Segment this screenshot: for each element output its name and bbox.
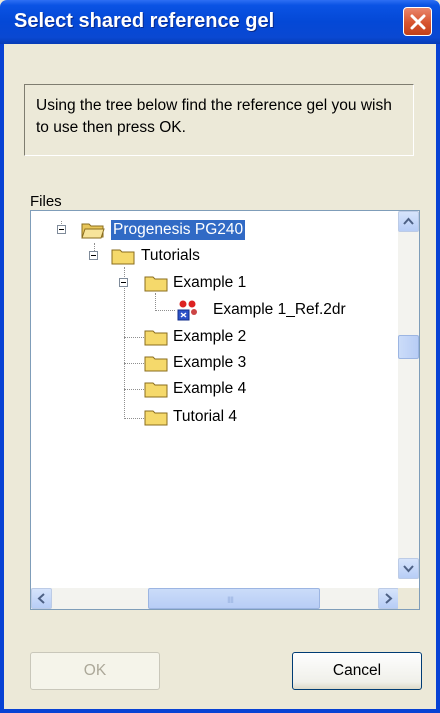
vertical-scrollbar[interactable]	[398, 211, 419, 579]
tree-label[interactable]: Tutorials	[139, 246, 202, 266]
tree-label[interactable]: Example 1	[171, 273, 248, 293]
tree-label[interactable]: Example 3	[171, 353, 248, 373]
folder-icon	[144, 276, 168, 292]
window-frame-left	[0, 44, 4, 713]
folder-icon	[144, 330, 168, 346]
scroll-up-button[interactable]	[398, 211, 419, 232]
tree-label[interactable]: Tutorial 4	[171, 407, 239, 427]
folder-icon	[144, 410, 168, 426]
tree-item-example-3[interactable]: Example 3	[31, 352, 391, 374]
tree-item-example-2[interactable]: Example 2	[31, 326, 391, 348]
vertical-scroll-thumb[interactable]	[398, 335, 419, 359]
folder-icon	[144, 382, 168, 398]
close-icon	[410, 14, 426, 30]
scroll-right-button[interactable]	[378, 588, 399, 609]
scroll-left-button[interactable]	[31, 588, 52, 609]
tree-label[interactable]: Progenesis PG240	[111, 220, 246, 240]
window-frame-bottom	[0, 709, 440, 713]
instructions-box: Using the tree below find the reference …	[24, 84, 414, 156]
chevron-down-icon	[403, 565, 414, 573]
scroll-grip: IIII	[227, 595, 234, 605]
gel-file-icon	[177, 300, 197, 321]
files-label: Files	[30, 193, 62, 210]
horizontal-scroll-thumb[interactable]: IIII	[148, 588, 320, 609]
scrollbar-corner	[398, 588, 419, 609]
chevron-right-icon	[385, 593, 393, 604]
scroll-down-button[interactable]	[398, 558, 419, 579]
file-tree[interactable]: Progenesis PG240 Tutorials Example 1 Exa…	[30, 210, 420, 610]
collapse-icon[interactable]	[89, 251, 98, 260]
instructions-text: Using the tree below find the reference …	[36, 97, 392, 136]
open-folder-icon	[81, 223, 105, 239]
collapse-icon[interactable]	[119, 278, 128, 287]
close-button[interactable]	[403, 7, 432, 36]
tree-item-example-4[interactable]: Example 4	[31, 378, 391, 400]
chevron-left-icon	[37, 593, 45, 604]
window-title: Select shared reference gel	[14, 10, 275, 32]
tree-label[interactable]: Example 1_Ref.2dr	[211, 300, 348, 320]
title-bar: Select shared reference gel	[0, 0, 440, 44]
tree-item-tutorial-4[interactable]: Tutorial 4	[31, 406, 391, 428]
cancel-button[interactable]: Cancel	[292, 652, 422, 690]
collapse-icon[interactable]	[57, 225, 66, 234]
chevron-up-icon	[403, 217, 414, 225]
folder-icon	[111, 249, 135, 265]
horizontal-scrollbar[interactable]: IIII	[31, 588, 399, 609]
tree-label[interactable]: Example 4	[171, 379, 248, 399]
tree-item-tutorials[interactable]: Tutorials	[31, 245, 391, 267]
window-frame-right	[436, 44, 440, 713]
tree-item-reference-file[interactable]: Example 1_Ref.2dr	[31, 299, 391, 321]
tree-label[interactable]: Example 2	[171, 327, 248, 347]
tree-item-root[interactable]: Progenesis PG240	[31, 219, 391, 241]
tree-item-example-1[interactable]: Example 1	[31, 272, 391, 294]
folder-icon	[144, 356, 168, 372]
ok-button[interactable]: OK	[30, 652, 160, 690]
